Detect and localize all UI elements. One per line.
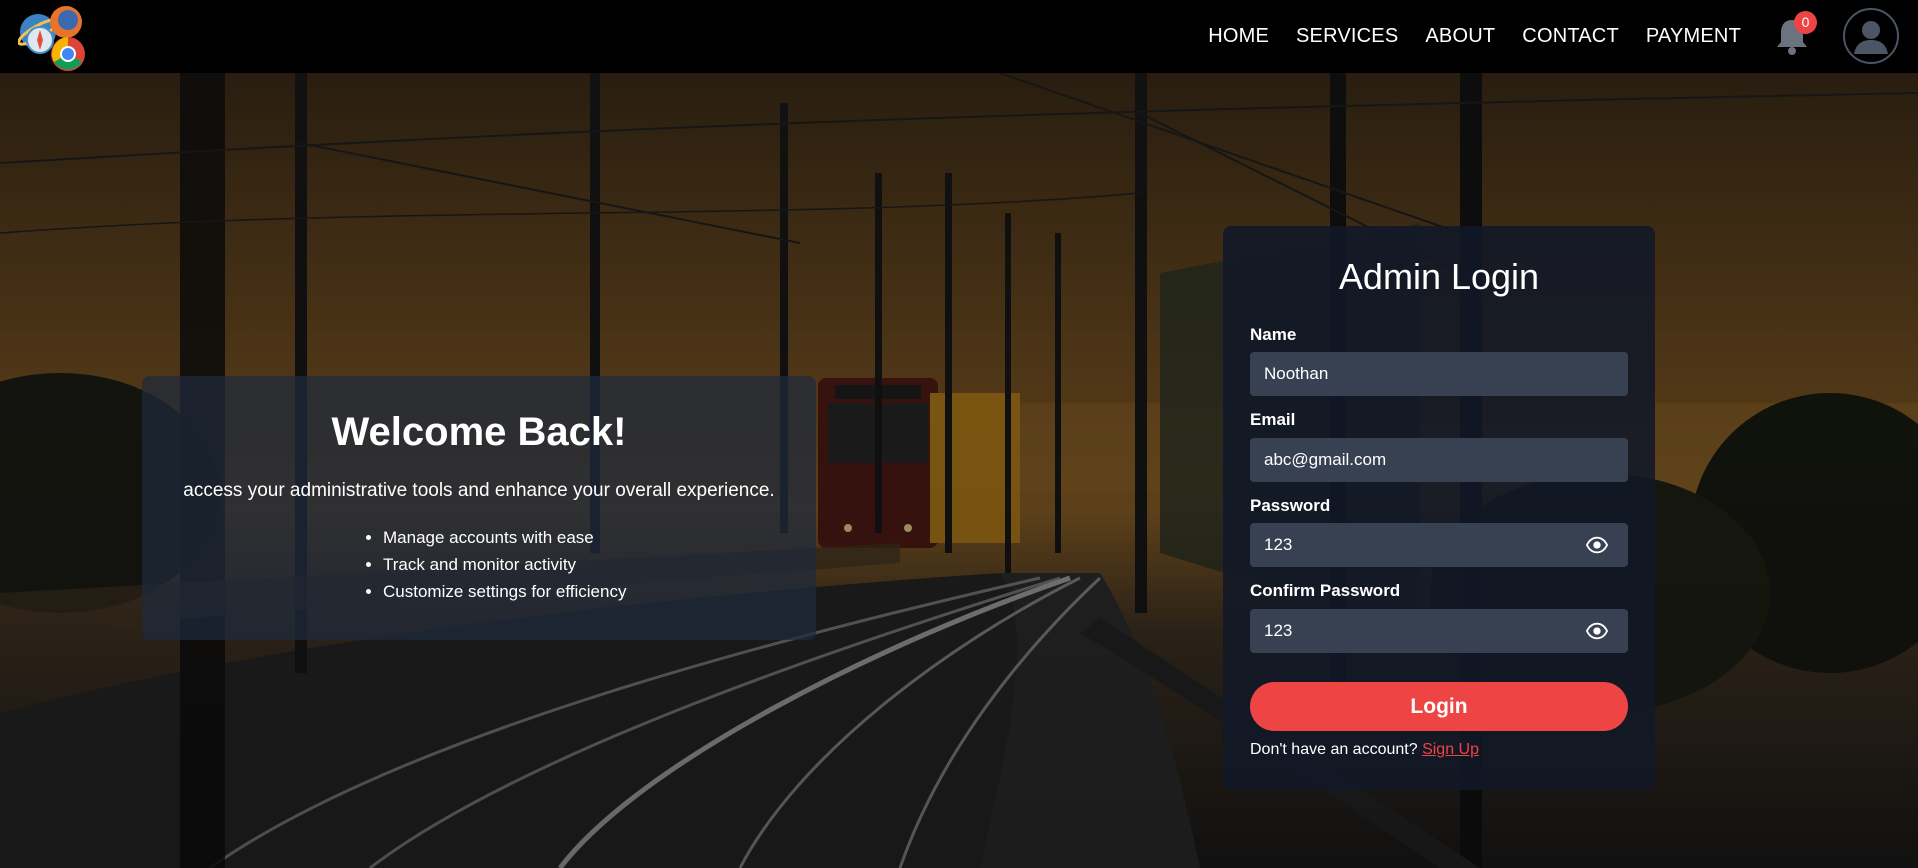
eye-icon[interactable] xyxy=(1586,534,1608,556)
main-nav: HOME SERVICES ABOUT CONTACT PAYMENT xyxy=(1181,0,1741,73)
password-value: 123 xyxy=(1264,535,1293,554)
user-avatar-icon xyxy=(1854,21,1888,54)
feature-list: Manage accounts with ease Track and moni… xyxy=(363,524,626,605)
confirm-password-field[interactable]: 123 xyxy=(1250,609,1628,653)
no-account-text: Don't have an account? xyxy=(1250,741,1418,758)
user-avatar[interactable] xyxy=(1843,8,1899,64)
name-field[interactable]: Noothan xyxy=(1250,352,1628,396)
notification-badge: 0 xyxy=(1794,11,1817,34)
password-label: Password xyxy=(1250,496,1331,515)
feature-item: Track and monitor activity xyxy=(383,551,626,578)
welcome-title: Welcome Back! xyxy=(331,410,627,454)
nav-about[interactable]: ABOUT xyxy=(1425,25,1495,48)
signup-link[interactable]: Sign Up xyxy=(1422,741,1479,758)
login-button[interactable]: Login xyxy=(1250,682,1628,731)
name-label: Name xyxy=(1250,325,1297,344)
nav-home[interactable]: HOME xyxy=(1208,25,1269,48)
nav-services[interactable]: SERVICES xyxy=(1296,25,1398,48)
welcome-panel: Welcome Back! access your administrative… xyxy=(142,376,816,640)
login-card: Admin Login Name Noothan Email abc@gmail… xyxy=(1223,226,1655,790)
feature-item: Customize settings for efficiency xyxy=(383,578,626,605)
browser-logo-icon[interactable] xyxy=(18,2,90,72)
login-title: Admin Login xyxy=(1338,256,1540,297)
confirm-password-label: Confirm Password xyxy=(1250,581,1401,600)
confirm-password-value: 123 xyxy=(1264,621,1293,640)
nav-contact[interactable]: CONTACT xyxy=(1522,25,1619,48)
eye-icon[interactable] xyxy=(1586,620,1608,642)
top-navbar: HOME SERVICES ABOUT CONTACT PAYMENT 0 xyxy=(0,0,1918,73)
feature-item: Manage accounts with ease xyxy=(383,524,626,551)
email-field[interactable]: abc@gmail.com xyxy=(1250,438,1628,482)
nav-payment[interactable]: PAYMENT xyxy=(1646,25,1741,48)
password-field[interactable]: 123 xyxy=(1250,523,1628,567)
email-label: Email xyxy=(1250,410,1296,429)
welcome-subtitle: access your administrative tools and enh… xyxy=(183,480,775,501)
signup-prompt: Don't have an account? Sign Up xyxy=(1250,741,1479,759)
